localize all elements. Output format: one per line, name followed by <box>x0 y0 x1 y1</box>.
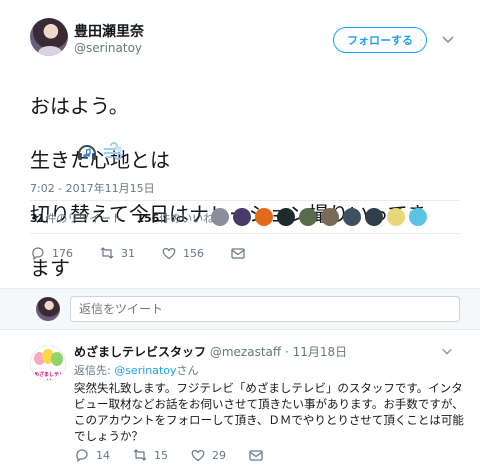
tweet-actions: 176 31 156 <box>30 245 272 261</box>
reply-icon <box>32 247 44 261</box>
likes-count: 156 <box>136 212 160 225</box>
chevron-down-icon[interactable] <box>440 344 454 358</box>
reply-count: 176 <box>52 246 73 260</box>
reply-actions: 14 15 29 <box>74 447 286 463</box>
main-tweet: 豊田瀬里奈 @serinatoy フォローする おはよう。 生きた心地とは 切り… <box>0 0 480 288</box>
dm-button[interactable] <box>230 245 246 261</box>
reply-button[interactable]: 14 <box>74 447 110 463</box>
like-button[interactable]: 29 <box>190 447 226 463</box>
headphone-music-emoji <box>78 145 96 160</box>
liker-avatar[interactable] <box>211 208 229 226</box>
like-stat[interactable]: 156件のいいね <box>136 212 214 225</box>
liker-avatar[interactable] <box>233 208 251 226</box>
retweet-stat[interactable]: 31件のリツイート <box>30 212 122 225</box>
envelope-icon <box>249 450 263 461</box>
reply-text: 突然失礼致します。フジテレビ「めざましテレビ」のスタッフです。インタビュー取材な… <box>74 381 464 443</box>
envelope-icon <box>231 248 245 259</box>
reply-to-suffix: さん <box>176 364 199 377</box>
heart-icon <box>191 449 205 462</box>
engagement-stats: 31件のリツイート 156件のいいね <box>30 210 214 226</box>
divider <box>30 200 460 201</box>
liker-avatar[interactable] <box>365 208 383 226</box>
like-count: 29 <box>212 448 226 462</box>
emoji-row <box>76 141 124 163</box>
likes-label: 件のいいね <box>159 212 215 225</box>
reply-date[interactable]: · 11月18日 <box>285 345 347 359</box>
logo-text: めざましテレビ <box>33 372 64 380</box>
reply-composer <box>0 288 480 330</box>
reply-header: めざましテレビスタッフ @mezastaff · 11月18日 <box>74 343 347 360</box>
reply-author-handle[interactable]: @mezastaff <box>210 345 281 359</box>
avatar <box>36 297 60 321</box>
follow-button[interactable]: フォローする <box>333 27 427 53</box>
liker-avatar[interactable] <box>255 208 273 226</box>
retweets-count: 31 <box>30 212 46 225</box>
tweet-text-line: おはよう。 <box>30 94 129 118</box>
reply-to-mention[interactable]: @serinatoy <box>114 364 176 377</box>
reply-count: 14 <box>96 448 110 462</box>
reply-input[interactable] <box>70 296 460 322</box>
liker-avatar[interactable] <box>387 208 405 226</box>
display-name[interactable]: 豊田瀬里奈 <box>74 21 144 41</box>
liker-avatar[interactable] <box>277 208 295 226</box>
retweet-count: 15 <box>154 448 168 462</box>
liker-avatar[interactable] <box>343 208 361 226</box>
retweets-label: 件のリツイート <box>45 212 123 225</box>
like-button[interactable]: 156 <box>161 245 204 261</box>
divider <box>30 233 460 234</box>
liker-avatar[interactable] <box>321 208 339 226</box>
avatar[interactable]: めざましテレビ <box>30 345 66 381</box>
retweet-icon <box>100 247 114 259</box>
chevron-down-icon[interactable] <box>440 31 456 47</box>
retweet-button[interactable]: 31 <box>99 245 135 261</box>
liker-avatar[interactable] <box>409 208 427 226</box>
reply-tweet: めざましテレビ めざましテレビスタッフ @mezastaff · 11月18日 … <box>0 331 480 474</box>
screen-name[interactable]: @serinatoy <box>74 41 142 55</box>
avatar[interactable] <box>30 18 68 56</box>
timestamp[interactable]: 7:02 - 2017年11月15日 <box>30 180 155 196</box>
like-count: 156 <box>183 246 204 260</box>
reply-button[interactable]: 176 <box>30 245 73 261</box>
heart-icon <box>162 247 176 260</box>
retweet-button[interactable]: 15 <box>132 447 168 463</box>
liker-avatars <box>211 208 427 226</box>
retweet-icon <box>133 449 147 461</box>
reply-icon <box>76 449 88 463</box>
dm-button[interactable] <box>248 447 264 463</box>
reply-to-prefix: 返信先: <box>74 364 115 377</box>
retweet-count: 31 <box>121 246 135 260</box>
liker-avatar[interactable] <box>299 208 317 226</box>
replying-to: 返信先: @serinatoyさん <box>74 362 199 378</box>
reply-author-name[interactable]: めざましテレビスタッフ <box>74 345 206 359</box>
dash-emoji <box>104 142 122 160</box>
